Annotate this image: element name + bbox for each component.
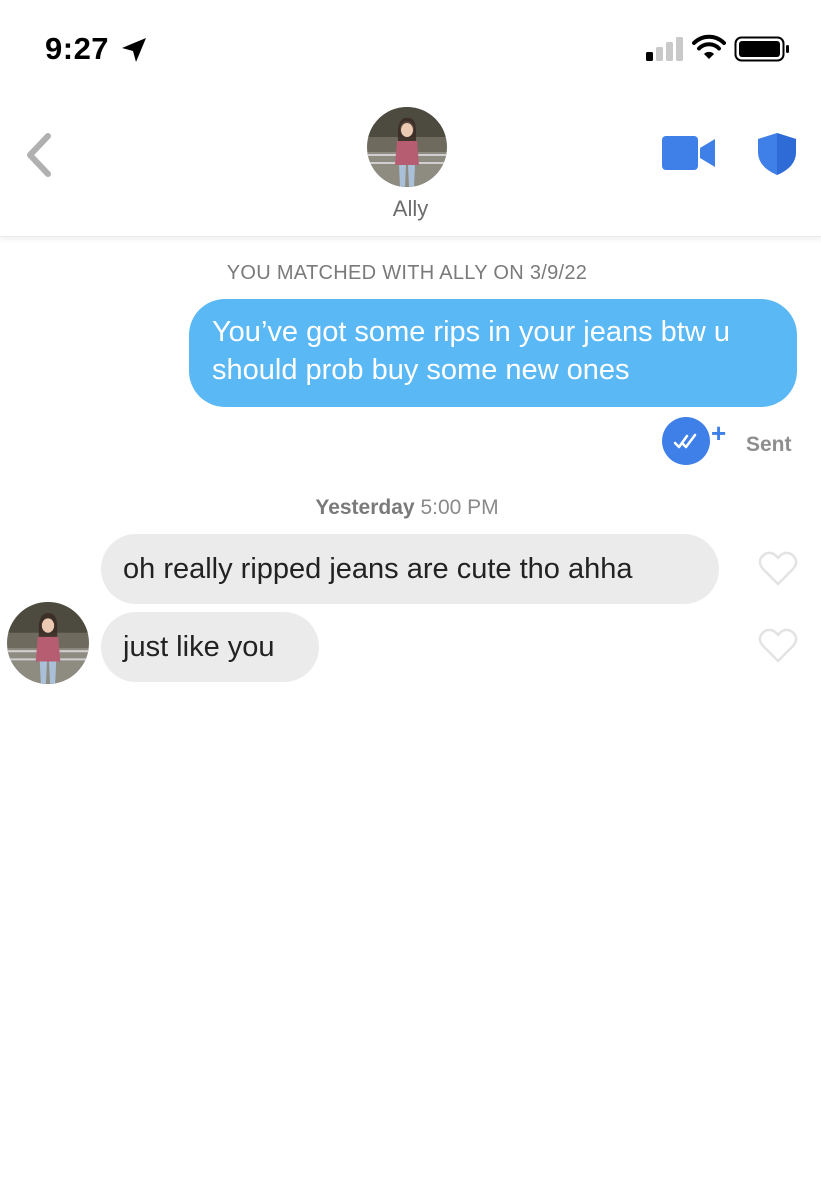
back-chevron-icon[interactable] (20, 130, 60, 180)
double-check-icon (673, 433, 697, 449)
contact-name[interactable]: Ally (0, 196, 821, 222)
wifi-icon (692, 34, 726, 59)
chat-header: Ally (0, 90, 821, 237)
match-banner: YOU MATCHED WITH ALLY ON 3/9/22 (226, 262, 588, 284)
incoming-message[interactable]: just like you (101, 612, 319, 682)
battery-icon (734, 36, 789, 62)
heart-icon[interactable] (758, 551, 798, 587)
signal-icon (646, 37, 683, 61)
timestamp-day: Yesterday (315, 496, 415, 519)
outgoing-message[interactable]: You’ve got some rips in your jeans btw u… (189, 299, 797, 407)
header-avatar[interactable] (367, 107, 447, 187)
status-time: 9:27 (45, 31, 110, 66)
plus-icon[interactable]: + (711, 420, 726, 446)
message-timestamp: Yesterday 5:00 PM (0, 496, 814, 520)
location-arrow-icon (122, 38, 146, 62)
contact-avatar[interactable] (7, 602, 89, 684)
timestamp-time: 5:00 PM (420, 496, 499, 519)
shield-icon[interactable] (757, 132, 797, 176)
incoming-message[interactable]: oh really ripped jeans are cute tho ahha (101, 534, 719, 604)
video-camera-icon[interactable] (662, 136, 716, 170)
status-bar: 9:27 (0, 0, 821, 90)
heart-icon[interactable] (758, 628, 798, 664)
read-receipt-badge[interactable] (662, 417, 710, 465)
sent-status: Sent (746, 433, 792, 456)
